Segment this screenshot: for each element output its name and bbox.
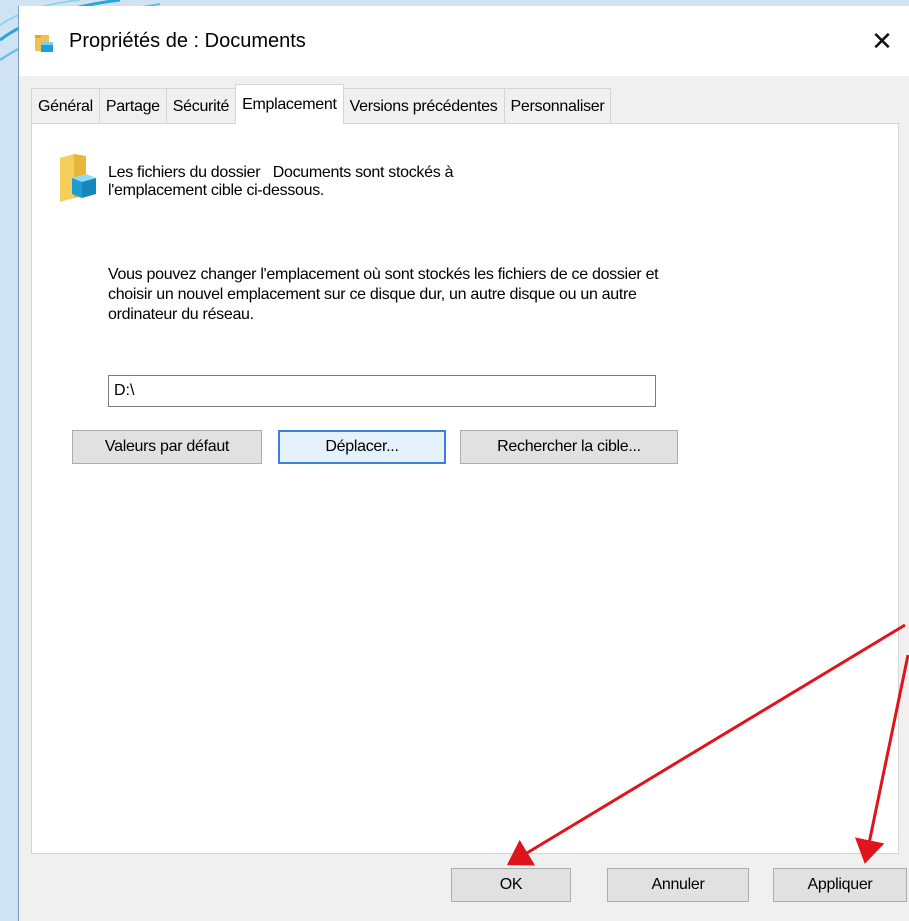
close-icon: ✕ [871, 25, 893, 56]
properties-dialog: Propriétés de : Documents ✕ Général Part… [18, 6, 909, 921]
title-folder-name: Documents [204, 30, 306, 52]
ok-button[interactable]: OK [451, 868, 571, 902]
target-path-input[interactable] [108, 375, 656, 407]
apply-button[interactable]: Appliquer [773, 868, 907, 902]
folder-icon [60, 154, 96, 202]
title-bar: Propriétés de : Documents ✕ [19, 6, 909, 76]
tab-strip: Général Partage Sécurité Emplacement Ver… [31, 84, 612, 124]
info-line-1: Les fichiers du dossier Documents sont s… [108, 164, 454, 181]
close-button[interactable]: ✕ [854, 14, 909, 68]
tab-location[interactable]: Emplacement [235, 84, 344, 124]
restore-defaults-button[interactable]: Valeurs par défaut [72, 430, 262, 464]
window-title: Propriétés de : Documents [69, 30, 306, 53]
location-panel: Les fichiers du dossier Documents sont s… [31, 123, 899, 854]
tab-previous-versions[interactable]: Versions précédentes [342, 88, 505, 124]
folder-icon [35, 35, 53, 52]
find-target-button[interactable]: Rechercher la cible... [460, 430, 678, 464]
location-info: Les fichiers du dossier Documents sont s… [108, 164, 628, 200]
title-prefix: Propriétés de : [69, 30, 205, 52]
tab-sharing[interactable]: Partage [98, 88, 167, 124]
cancel-button[interactable]: Annuler [607, 868, 749, 902]
move-button[interactable]: Déplacer... [278, 430, 446, 464]
tab-general[interactable]: Général [31, 88, 100, 124]
tab-customize[interactable]: Personnaliser [503, 88, 612, 124]
tab-security[interactable]: Sécurité [165, 88, 237, 124]
location-description: Vous pouvez changer l'emplacement où son… [108, 266, 659, 323]
info-line-2: l'emplacement cible ci-dessous. [108, 182, 325, 199]
